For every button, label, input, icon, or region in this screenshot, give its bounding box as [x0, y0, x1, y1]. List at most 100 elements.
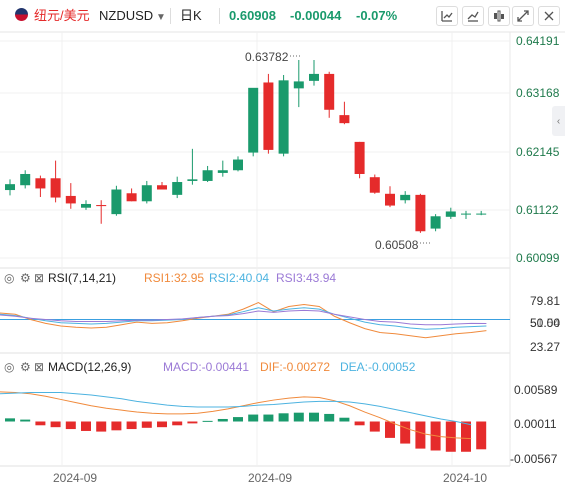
macd-bar [385, 421, 395, 438]
low-annotation: 0.60508 [375, 238, 419, 252]
candle-body [385, 193, 395, 206]
macd-bar [50, 421, 61, 428]
candle-body [111, 189, 122, 215]
rsi-axis-label: 51.54 [530, 316, 560, 330]
x-axis-label: 2024-09 [53, 471, 97, 485]
rsi-line-rsi2 [0, 307, 487, 330]
rsi-title: RSI(7,14,21) [48, 271, 116, 285]
candle-body [354, 141, 365, 174]
macd-axis-label: -0.00567 [510, 452, 558, 466]
macd-histogram [5, 412, 487, 452]
x-axis-label: 2024-09 [248, 471, 292, 485]
macd-bar [20, 419, 31, 422]
candle-body [81, 203, 91, 208]
macd-bar [111, 421, 122, 431]
macd-bar [476, 421, 487, 450]
macd-bar [217, 418, 228, 422]
price-axis-label: 0.60099 [516, 251, 560, 265]
dea-value: DEA:-0.00052 [340, 360, 416, 374]
macd-bar [415, 421, 426, 449]
macd-axis-label: 0.00589 [514, 383, 558, 397]
macd-bar [126, 421, 137, 430]
macd-bar [81, 421, 91, 431]
candle-body [96, 205, 107, 207]
rsi-series [0, 302, 510, 339]
rsi3-value: RSI3:43.94 [276, 271, 336, 285]
candle-body [126, 193, 137, 202]
candle-body [5, 184, 15, 191]
chevron-left-icon: ‹ [556, 115, 561, 127]
candle-body [461, 213, 471, 215]
rsi-line-rsi3 [0, 309, 487, 326]
rsi-line-rsi1 [0, 302, 487, 339]
macd-bar [400, 421, 411, 444]
candle-body [369, 177, 380, 193]
price-axis-label: 0.63168 [516, 86, 560, 100]
candle-body [339, 115, 350, 124]
candle-body [324, 73, 335, 110]
macd-bar [263, 414, 274, 422]
candle-body [248, 87, 259, 153]
candle-body [400, 194, 411, 201]
macd-bar [354, 421, 365, 426]
candle-body [415, 194, 426, 232]
candle-body [157, 185, 167, 190]
candle-body [430, 216, 441, 229]
macd-eye-icon[interactable]: ◎ [4, 360, 14, 374]
macd-bar [339, 417, 350, 422]
candle-body [476, 213, 487, 215]
candle-body [141, 185, 152, 202]
macd-bar [278, 413, 289, 422]
macd-bar [248, 414, 259, 422]
macd-bar [324, 413, 335, 422]
price-axis-label: 0.61122 [516, 203, 559, 217]
macd-value: MACD:-0.00441 [163, 360, 249, 374]
macd-bar [187, 421, 198, 424]
side-collapse-tab[interactable]: ‹ [552, 106, 565, 136]
candle-body [445, 211, 456, 217]
candle-body [202, 170, 213, 181]
price-axis-label: 0.64191 [516, 34, 560, 48]
chart-canvas[interactable]: 0.64191 0.63168 0.62145 0.61122 0.60099 … [0, 0, 565, 491]
macd-bar [233, 417, 243, 422]
price-axis-label: 0.62145 [516, 145, 560, 159]
candle-body [35, 178, 46, 189]
macd-settings-icon[interactable]: ⚙ [20, 360, 31, 374]
macd-bar [35, 421, 46, 426]
x-axis-label: 2024-10 [443, 471, 487, 485]
macd-bar [461, 421, 471, 452]
macd-bar [141, 421, 152, 428]
macd-title: MACD(12,26,9) [48, 360, 131, 374]
macd-bar [172, 421, 183, 426]
rsi-axis-label: 79.81 [530, 294, 560, 308]
macd-toggle-icon[interactable]: ⊠ [34, 360, 44, 374]
candle-body [172, 182, 183, 195]
rsi-toggle-icon[interactable]: ⊠ [34, 271, 44, 285]
candle-body [278, 80, 289, 154]
dif-value: DIF:-0.00272 [260, 360, 330, 374]
candle-body [50, 178, 61, 198]
candle-body [187, 179, 198, 181]
candle-body [233, 159, 243, 171]
candle-body [263, 82, 274, 150]
candle-body [309, 73, 319, 81]
rsi1-value: RSI1:32.95 [144, 271, 204, 285]
rsi-axis-label: 23.27 [530, 340, 560, 354]
candle-body [20, 173, 31, 186]
macd-bar [5, 418, 15, 422]
candlestick-series [5, 59, 487, 233]
macd-bar [293, 412, 304, 422]
candle-body [65, 195, 76, 204]
macd-axis-label: 0.00011 [514, 417, 557, 431]
macd-bar [309, 412, 319, 422]
macd-bar [157, 421, 167, 428]
candle-body [217, 170, 228, 173]
rsi-settings-icon[interactable]: ⚙ [20, 271, 31, 285]
macd-bar [202, 420, 213, 422]
macd-bar [369, 421, 380, 432]
macd-bar [445, 421, 456, 452]
candle-body [293, 81, 304, 89]
rsi-eye-icon[interactable]: ◎ [4, 271, 14, 285]
macd-bar [65, 421, 76, 430]
high-annotation: 0.63782 [245, 50, 289, 64]
